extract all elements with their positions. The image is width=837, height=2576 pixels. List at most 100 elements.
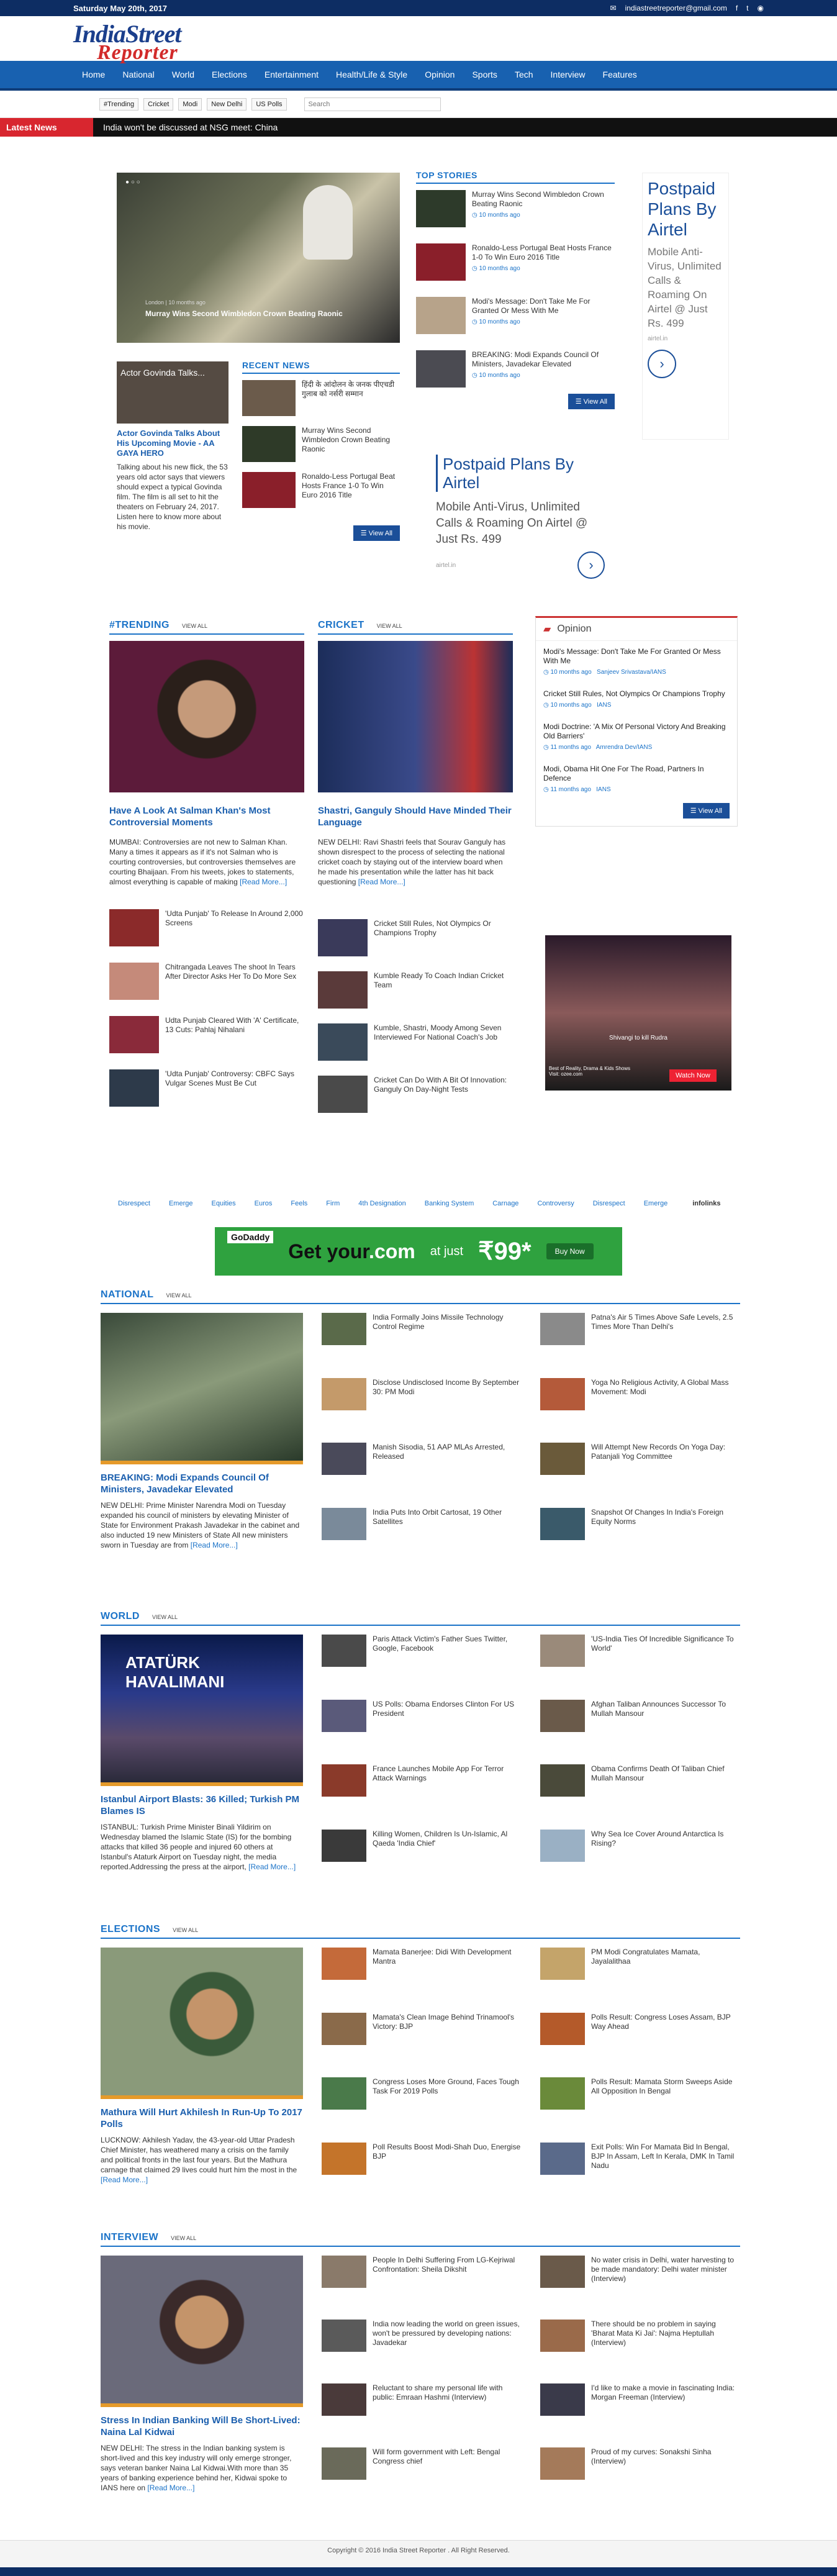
item-title[interactable]: Killing Women, Children Is Un-Islamic, A… [373, 1830, 522, 1872]
nav-home[interactable]: Home [73, 60, 114, 89]
list-item[interactable]: Disclose Undisclosed Income By September… [322, 1377, 522, 1421]
item-title[interactable]: Cricket Still Rules, Not Olympics Or Cha… [374, 919, 513, 956]
search-input[interactable] [304, 97, 441, 111]
list-item[interactable]: US Polls: Obama Endorses Clinton For US … [322, 1699, 522, 1743]
list-item[interactable]: Paris Attack Victim's Father Sues Twitte… [322, 1635, 522, 1677]
nav-interview[interactable]: Interview [542, 60, 594, 89]
cricket-view-all[interactable]: View All [377, 623, 402, 629]
list-item[interactable]: Poll Results Boost Modi-Shah Duo, Energi… [322, 2142, 522, 2185]
list-item[interactable]: हिंदी के आंदोलन के जनक पीएचडी गुलाब को न… [242, 380, 400, 416]
item-title[interactable]: 'Udta Punjab' To Release In Around 2,000… [165, 909, 304, 946]
recent-view-all[interactable]: ☰ View All [353, 525, 400, 541]
nav-national[interactable]: National [114, 60, 163, 89]
list-item[interactable]: Polls Result: Mamata Storm Sweeps Aside … [540, 2077, 740, 2120]
infolink[interactable]: Banking System [425, 1200, 474, 1207]
national-view-all[interactable]: View All [166, 1292, 191, 1299]
world-view-all[interactable]: View All [152, 1614, 178, 1620]
item-title[interactable]: Polls Result: Mamata Storm Sweeps Aside … [591, 2077, 740, 2120]
list-item[interactable]: Will Attempt New Records On Yoga Day: Pa… [540, 1443, 740, 1485]
list-item[interactable]: BREAKING: Modi Expands Council Of Minist… [416, 350, 615, 388]
video-ad[interactable]: Shivangi to kill Rudra Best of Reality, … [545, 935, 731, 1091]
trending-headline[interactable]: Have A Look At Salman Khan's Most Contro… [109, 805, 304, 828]
opinion-item[interactable]: Modi, Obama Hit One For The Road, Partne… [543, 764, 730, 794]
item-title[interactable]: Murray Wins Second Wimbledon Crown Beati… [302, 426, 400, 462]
read-more-link[interactable]: [Read More...] [101, 2175, 148, 2184]
godaddy-banner[interactable]: GoDaddy Get your.com at just ₹99* Buy No… [215, 1227, 622, 1276]
nav-elections[interactable]: Elections [203, 60, 256, 89]
opinion-item[interactable]: Modi Doctrine: 'A Mix Of Personal Victor… [543, 722, 730, 752]
list-item[interactable]: Exit Polls: Win For Mamata Bid In Bengal… [540, 2142, 740, 2185]
interview-view-all[interactable]: View All [171, 2235, 196, 2241]
nav-world[interactable]: World [163, 60, 203, 89]
nav-sports[interactable]: Sports [463, 60, 505, 89]
infolink[interactable]: Controversy [537, 1200, 574, 1207]
item-title[interactable]: Kumble, Shastri, Moody Among Seven Inter… [374, 1023, 513, 1061]
nav-health[interactable]: Health/Life & Style [327, 60, 416, 89]
tag-trending[interactable]: #Trending [99, 98, 139, 111]
list-item[interactable]: Ronaldo-Less Portugal Beat Hosts France … [242, 472, 400, 508]
infolink[interactable]: Equities [212, 1200, 236, 1207]
item-title[interactable]: There should be no problem in saying 'Bh… [591, 2320, 740, 2365]
list-item[interactable]: Chitrangada Leaves The shoot In Tears Af… [109, 963, 304, 1000]
list-item[interactable]: 'US-India Ties Of Incredible Significanc… [540, 1635, 740, 1677]
facebook-icon[interactable]: f [736, 4, 738, 12]
list-item[interactable]: People In Delhi Suffering From LG-Kejriw… [322, 2256, 522, 2301]
tag-us-polls[interactable]: US Polls [251, 98, 287, 111]
list-item[interactable]: Polls Result: Congress Loses Assam, BJP … [540, 2012, 740, 2056]
ticker-text[interactable]: India won't be discussed at NSG meet: Ch… [93, 122, 278, 132]
item-title[interactable]: Cricket Can Do With A Bit Of Innovation:… [374, 1076, 513, 1113]
item-title[interactable]: Murray Wins Second Wimbledon Crown Beati… [472, 190, 615, 209]
list-item[interactable]: Murray Wins Second Wimbledon Crown Beati… [416, 190, 615, 227]
list-item[interactable]: Proud of my curves: Sonakshi Sinha (Inte… [540, 2447, 740, 2493]
item-title[interactable]: 'US-India Ties Of Incredible Significanc… [591, 1635, 740, 1677]
item-title[interactable]: Ronaldo-Less Portugal Beat Hosts France … [302, 472, 400, 508]
world-headline[interactable]: Istanbul Airport Blasts: 36 Killed; Turk… [101, 1794, 303, 1817]
item-title[interactable]: 'Udta Punjab' Controversy: CBFC Says Vul… [165, 1069, 304, 1107]
slider-dots[interactable]: ● ○ ○ [125, 179, 140, 186]
item-title[interactable]: Why Sea Ice Cover Around Antarctica Is R… [591, 1830, 740, 1872]
item-title[interactable]: Will form government with Left: Bengal C… [373, 2447, 522, 2493]
list-item[interactable]: PM Modi Congratulates Mamata, Jayalalith… [540, 1948, 740, 1990]
item-title[interactable]: US Polls: Obama Endorses Clinton For US … [373, 1700, 522, 1743]
read-more-link[interactable]: [Read More...] [191, 1541, 238, 1549]
item-title[interactable]: Poll Results Boost Modi-Shah Duo, Energi… [373, 2143, 522, 2185]
list-item[interactable]: India Formally Joins Missile Technology … [322, 1313, 522, 1356]
nav-opinion[interactable]: Opinion [416, 60, 463, 89]
item-title[interactable]: No water crisis in Delhi, water harvesti… [591, 2256, 740, 2301]
interview-headline[interactable]: Stress In Indian Banking Will Be Short-L… [101, 2415, 303, 2438]
ad-airtel-vertical[interactable]: Postpaid Plans By Airtel Mobile Anti-Vir… [642, 173, 729, 440]
chevron-right-icon[interactable]: › [577, 551, 605, 579]
item-title[interactable]: India Formally Joins Missile Technology … [373, 1313, 522, 1356]
watch-now-button[interactable]: Watch Now [669, 1069, 717, 1082]
trending-image[interactable] [109, 641, 304, 792]
infolink[interactable]: Disrespect [118, 1200, 150, 1207]
chevron-right-icon[interactable]: › [648, 350, 676, 378]
list-item[interactable]: No water crisis in Delhi, water harvesti… [540, 2256, 740, 2301]
item-title[interactable]: PM Modi Congratulates Mamata, Jayalalith… [591, 1948, 740, 1990]
buy-now-button[interactable]: Buy Now [546, 1243, 594, 1259]
item-title[interactable]: Modi's Message: Don't Take Me For Grante… [472, 297, 615, 315]
item-title[interactable]: Kumble Ready To Coach Indian Cricket Tea… [374, 971, 513, 1009]
elections-view-all[interactable]: View All [173, 1927, 198, 1933]
opinion-item[interactable]: Cricket Still Rules, Not Olympics Or Cha… [543, 689, 730, 710]
list-item[interactable]: Mamata's Clean Image Behind Trinamool's … [322, 2012, 522, 2056]
item-title[interactable]: Mamata's Clean Image Behind Trinamool's … [373, 2013, 522, 2056]
opinion-item[interactable]: Modi's Message: Don't Take Me For Grante… [543, 647, 730, 677]
infolink[interactable]: Emerge [169, 1200, 193, 1207]
hero-caption[interactable]: Murray Wins Second Wimbledon Crown Beati… [145, 309, 387, 318]
list-item[interactable]: Cricket Can Do With A Bit Of Innovation:… [318, 1076, 513, 1113]
cricket-image[interactable] [318, 641, 513, 792]
list-item[interactable]: Modi's Message: Don't Take Me For Grante… [416, 297, 615, 334]
tag-cricket[interactable]: Cricket [143, 98, 174, 111]
national-image[interactable] [101, 1313, 303, 1464]
list-item[interactable]: Ronaldo-Less Portugal Beat Hosts France … [416, 243, 615, 281]
list-item[interactable]: Udta Punjab Cleared With 'A' Certificate… [109, 1016, 304, 1053]
list-item[interactable]: Murray Wins Second Wimbledon Crown Beati… [242, 426, 400, 462]
list-item[interactable]: France Launches Mobile App For Terror At… [322, 1764, 522, 1807]
item-title[interactable]: I'd like to make a movie in fascinating … [591, 2383, 740, 2429]
item-title[interactable]: India now leading the world on green iss… [373, 2320, 522, 2365]
infolink[interactable]: Euros [255, 1200, 273, 1207]
world-image[interactable]: ATATÜRK HAVALIMANI [101, 1635, 303, 1786]
item-title[interactable]: India Puts Into Orbit Cartosat, 19 Other… [373, 1508, 522, 1551]
list-item[interactable]: Snapshot Of Changes In India's Foreign E… [540, 1507, 740, 1551]
